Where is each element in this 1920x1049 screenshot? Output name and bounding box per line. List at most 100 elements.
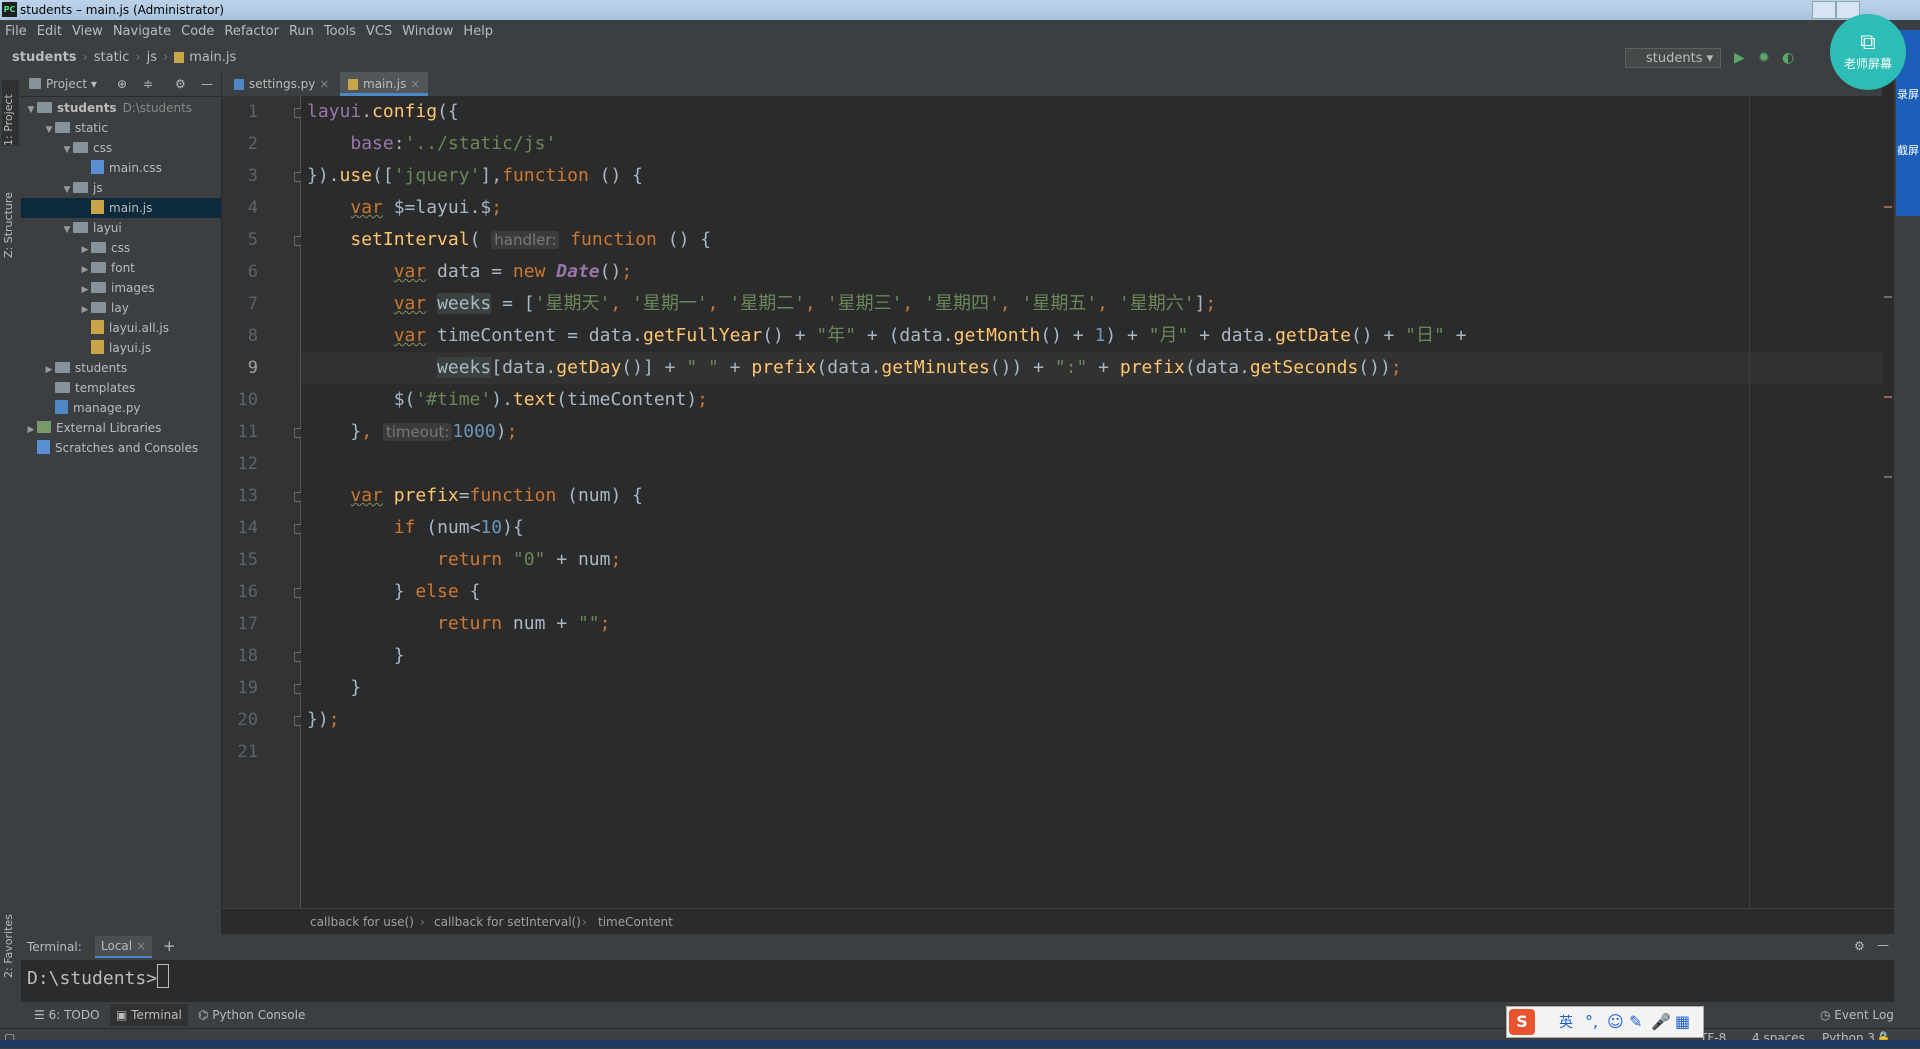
tree-item[interactable]: layui.all.js xyxy=(21,318,221,338)
terminal-tab-local[interactable]: Local × xyxy=(95,936,152,958)
tree-item-label: font xyxy=(111,261,135,275)
tree-item[interactable]: ▼ layui xyxy=(21,218,221,238)
minimize-button[interactable] xyxy=(1812,1,1836,19)
tree-item[interactable]: ▼ students D:\students xyxy=(21,98,221,118)
hide-panel-icon[interactable]: — xyxy=(201,72,213,96)
collapse-all-icon[interactable]: ≑ xyxy=(143,72,153,96)
menu-view[interactable]: View xyxy=(67,20,108,44)
tree-item[interactable]: ▶ images xyxy=(21,278,221,298)
tab-main-js[interactable]: main.js × xyxy=(340,72,429,96)
project-folder-icon xyxy=(29,78,41,89)
code-line-3: }).use(['jquery'],function () { xyxy=(307,165,643,186)
tree-item[interactable]: ▶ External Libraries xyxy=(21,418,221,438)
menu-file[interactable]: File xyxy=(0,20,32,44)
tree-item[interactable]: ▶ font xyxy=(21,258,221,278)
project-view-select[interactable]: Project xyxy=(46,77,87,91)
tab-structure-tool[interactable]: Z: Structure xyxy=(2,168,19,258)
todo-icon: ☰ xyxy=(34,1008,49,1022)
new-terminal-icon[interactable]: + xyxy=(163,937,176,955)
punctuation-icon[interactable]: °, xyxy=(1585,1012,1598,1031)
menu-vcs[interactable]: VCS xyxy=(361,20,397,44)
chevron-right-icon[interactable]: ▶ xyxy=(79,260,91,280)
tab-close-icon[interactable]: × xyxy=(136,939,146,953)
tree-item[interactable]: ▶ css xyxy=(21,238,221,258)
tree-item[interactable]: ▼ js xyxy=(21,178,221,198)
hide-terminal-icon[interactable]: — xyxy=(1877,938,1889,952)
folder-icon xyxy=(91,242,106,253)
menu-window[interactable]: Window xyxy=(397,20,458,44)
chevron-down-icon[interactable]: ▼ xyxy=(43,120,55,140)
tree-item[interactable]: layui.js xyxy=(21,338,221,358)
terminal-settings-gear-icon[interactable]: ⚙ xyxy=(1854,939,1865,953)
chevron-right-icon[interactable]: ▶ xyxy=(79,300,91,320)
run-config-select[interactable]: students ▾ xyxy=(1625,48,1721,68)
breadcrumb-js[interactable]: js xyxy=(147,44,157,72)
python-console-icon: ⌬ xyxy=(198,1008,213,1022)
teacher-screen-button[interactable]: ⧉ 老师屏幕 xyxy=(1830,14,1906,90)
coverage-icon[interactable]: ◐ xyxy=(1782,50,1794,66)
tab-settings-py[interactable]: settings.py × xyxy=(226,72,337,96)
locate-icon[interactable]: ⊕ xyxy=(117,72,127,96)
menu-navigate[interactable]: Navigate xyxy=(108,20,176,44)
code-editor[interactable]: layui.config({ base:'../static/js' }).us… xyxy=(301,96,1882,908)
chevron-down-icon[interactable]: ▼ xyxy=(61,140,73,160)
tree-item[interactable]: ▶ students xyxy=(21,358,221,378)
tree-item[interactable]: main.js xyxy=(21,198,221,218)
chevron-right-icon[interactable]: ▶ xyxy=(43,360,55,380)
library-icon xyxy=(37,421,51,433)
menu-help[interactable]: Help xyxy=(458,20,498,44)
tab-project-tool[interactable]: 1: Project xyxy=(2,80,19,146)
chevron-down-icon[interactable]: ▼ xyxy=(61,220,73,240)
tab-close-icon[interactable]: × xyxy=(319,77,329,91)
sogou-logo-icon[interactable]: S xyxy=(1509,1009,1535,1035)
chevron-right-icon[interactable]: ▶ xyxy=(25,420,37,440)
tab-close-icon[interactable]: × xyxy=(410,77,420,91)
terminal-tool-button[interactable]: ▣ Terminal xyxy=(110,1004,188,1026)
python-console-button[interactable]: ⌬ Python Console xyxy=(198,1008,305,1022)
pen-icon[interactable]: ✎ xyxy=(1629,1012,1642,1031)
code-line-14: if (num<10){ xyxy=(393,517,524,538)
left-tool-strip: 1: Project Z: Structure 2: Favorites xyxy=(0,72,22,1002)
tree-item[interactable]: ▶ lay xyxy=(21,298,221,318)
menu-code[interactable]: Code xyxy=(176,20,219,44)
tree-item[interactable]: manage.py xyxy=(21,398,221,418)
chevron-down-icon[interactable]: ▼ xyxy=(61,180,73,200)
tree-item[interactable]: main.css xyxy=(21,158,221,178)
breadcrumb-main-js[interactable]: main.js xyxy=(174,44,236,72)
tree-item[interactable]: ▼ static xyxy=(21,118,221,138)
code-line-16: } else { xyxy=(307,581,481,602)
debug-icon[interactable]: ✹ xyxy=(1758,50,1770,66)
tree-item[interactable]: Scratches and Consoles xyxy=(21,438,221,458)
tree-item-label: css xyxy=(93,141,113,155)
ime-language[interactable]: 英 xyxy=(1559,1012,1573,1032)
line-number: 10 xyxy=(237,390,258,410)
breadcrumb-static[interactable]: static xyxy=(94,44,130,72)
menu-tools[interactable]: Tools xyxy=(319,20,361,44)
event-log-button[interactable]: ◷ Event Log xyxy=(1820,1008,1894,1022)
code-crumb-use[interactable]: callback for use() xyxy=(310,915,414,929)
tree-item[interactable]: ▼ css xyxy=(21,138,221,158)
breadcrumb-students[interactable]: students xyxy=(12,44,77,72)
settings-gear-icon[interactable]: ⚙ xyxy=(175,72,186,96)
emoji-icon[interactable]: ☺ xyxy=(1607,1012,1624,1031)
chevron-right-icon[interactable]: ▶ xyxy=(79,240,91,260)
tree-item-label: main.css xyxy=(109,161,162,175)
code-crumb-setinterval[interactable]: callback for setInterval() xyxy=(434,915,581,929)
tab-favorites-tool[interactable]: 2: Favorites xyxy=(2,902,19,978)
run-icon[interactable]: ▶ xyxy=(1734,50,1745,66)
error-stripe[interactable] xyxy=(1882,96,1894,908)
terminal-prompt[interactable]: D:\students> xyxy=(27,962,170,996)
todo-tool-button[interactable]: ☰ 6: TODO xyxy=(34,1008,100,1022)
menu-edit[interactable]: Edit xyxy=(32,20,67,44)
code-line-6: var data = new Date(); xyxy=(393,261,633,282)
code-crumb-timecontent[interactable]: timeContent xyxy=(598,915,673,929)
tree-item[interactable]: templates xyxy=(21,378,221,398)
menu-refactor[interactable]: Refactor xyxy=(219,20,284,44)
chevron-down-icon[interactable]: ▼ xyxy=(25,100,37,120)
microphone-icon[interactable]: 🎤 xyxy=(1651,1012,1671,1031)
screenshot-button[interactable]: 截屏 xyxy=(1896,102,1920,158)
toolbox-icon[interactable]: ▦ xyxy=(1675,1012,1690,1031)
menu-run[interactable]: Run xyxy=(284,20,319,44)
code-line-20: }); xyxy=(307,709,340,730)
chevron-right-icon[interactable]: ▶ xyxy=(79,280,91,300)
